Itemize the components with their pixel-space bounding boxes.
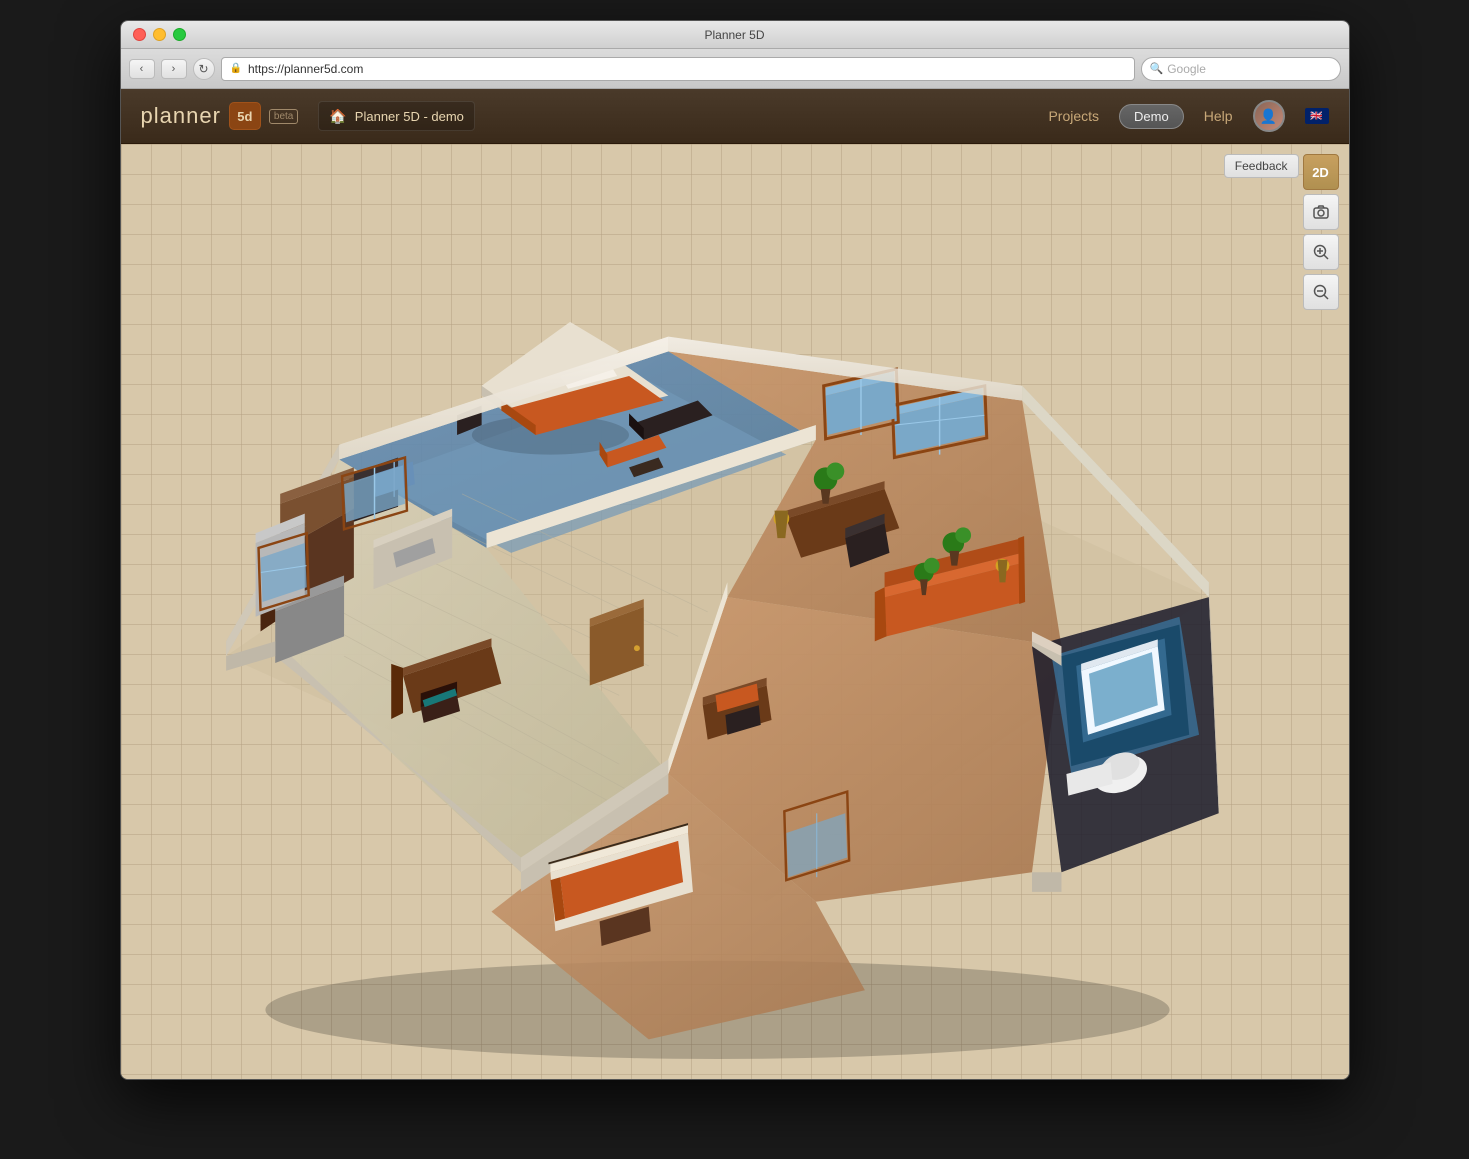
logo-5d: 5d — [229, 102, 261, 130]
header-nav: Projects Demo Help 👤 🇬🇧 — [1048, 100, 1328, 132]
refresh-button[interactable]: ↻ — [193, 58, 215, 80]
demo-button[interactable]: Demo — [1119, 104, 1184, 129]
project-name: Planner 5D - demo — [355, 109, 464, 124]
projects-link[interactable]: Projects — [1048, 108, 1099, 124]
camera-icon — [1312, 204, 1330, 220]
app-header: planner 5d beta 🏠 Planner 5D - demo Proj… — [121, 89, 1349, 144]
search-placeholder: Google — [1167, 62, 1206, 76]
zoom-out-button[interactable] — [1303, 274, 1339, 310]
zoom-in-icon — [1312, 243, 1330, 261]
beta-badge: beta — [269, 109, 298, 124]
floor-plan-3d — [141, 204, 1294, 1059]
minimize-button[interactable] — [153, 28, 166, 41]
zoom-out-icon — [1312, 283, 1330, 301]
forward-button[interactable]: › — [161, 59, 187, 79]
mac-window: Planner 5D ‹ › ↻ 🔒 https://planner5d.com… — [120, 20, 1350, 1080]
search-bar[interactable]: 🔍 Google — [1141, 57, 1341, 81]
zoom-in-button[interactable] — [1303, 234, 1339, 270]
back-button[interactable]: ‹ — [129, 59, 155, 79]
url-text: https://planner5d.com — [248, 62, 363, 76]
logo-area: planner 5d beta — [141, 102, 299, 130]
language-flag[interactable]: 🇬🇧 — [1305, 108, 1329, 124]
view-2d-button[interactable]: 2D — [1303, 154, 1339, 190]
feedback-button[interactable]: Feedback — [1224, 154, 1299, 178]
project-name-area[interactable]: 🏠 Planner 5D - demo — [318, 101, 475, 131]
floor-plan-svg — [141, 204, 1294, 1059]
right-panel: 2D — [1303, 154, 1339, 310]
canvas-area[interactable]: Feedback 2D — [121, 144, 1349, 1079]
logo-text: planner — [141, 103, 221, 129]
close-button[interactable] — [133, 28, 146, 41]
help-link[interactable]: Help — [1204, 108, 1233, 124]
search-icon: 🔍 — [1150, 62, 1164, 75]
browser-toolbar: ‹ › ↻ 🔒 https://planner5d.com 🔍 Google — [121, 49, 1349, 89]
window-buttons — [133, 28, 186, 41]
user-avatar[interactable]: 👤 — [1253, 100, 1285, 132]
maximize-button[interactable] — [173, 28, 186, 41]
project-icon: 🏠 — [329, 108, 346, 125]
app-body: planner 5d beta 🏠 Planner 5D - demo Proj… — [121, 89, 1349, 1079]
title-bar: Planner 5D — [121, 21, 1349, 49]
lock-icon: 🔒 — [230, 63, 242, 74]
url-bar[interactable]: 🔒 https://planner5d.com — [221, 57, 1135, 81]
window-title: Planner 5D — [704, 28, 764, 42]
screenshot-button[interactable] — [1303, 194, 1339, 230]
